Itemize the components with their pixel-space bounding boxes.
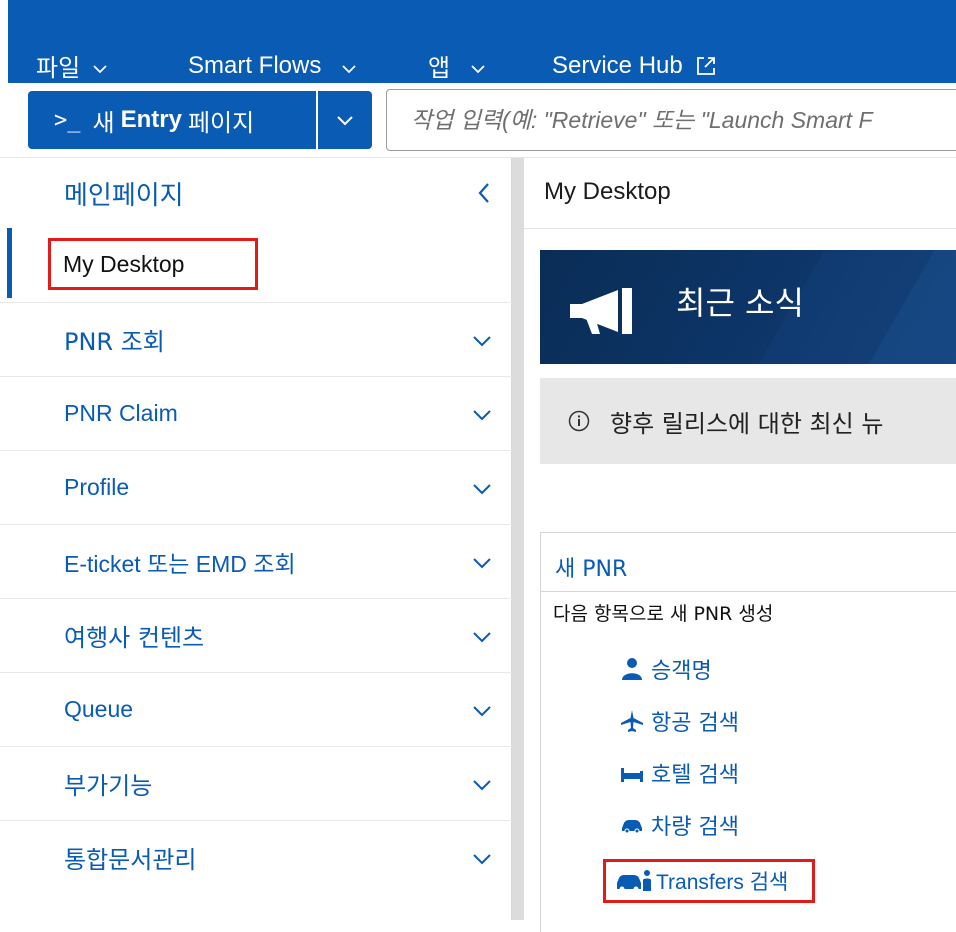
entry-suffix: 페이지: [187, 109, 255, 137]
info-message: 향후 릴리스에 대한 최신 뉴: [540, 378, 956, 464]
entry-prefix: 새: [92, 109, 115, 137]
info-icon: [568, 410, 590, 432]
divider: [524, 228, 956, 229]
person-icon: [619, 656, 645, 682]
chevron-down-icon: [470, 56, 486, 73]
sidebar-item-profile[interactable]: Profile: [0, 450, 512, 524]
chevron-down-icon: [470, 699, 494, 723]
top-nav-bar: 파일 Smart Flows 앱 Service Hub: [8, 0, 956, 83]
chevron-down-icon: [470, 329, 494, 353]
sidebar-item-label: 부가기능: [64, 772, 153, 800]
sidebar-item-pnr-claim[interactable]: PNR Claim: [0, 376, 512, 450]
menu-service-hub-label: Service Hub: [552, 51, 683, 79]
chevron-down-icon: [337, 116, 353, 126]
menu-smart-flows-label: Smart Flows: [188, 51, 322, 79]
option-label: 호텔 검색: [651, 763, 739, 788]
option-label: 승객명: [651, 659, 712, 684]
sidebar-item-label: PNR Claim: [64, 400, 178, 426]
plane-icon: [619, 708, 645, 734]
chevron-down-icon: [92, 56, 108, 73]
command-bar: >_ 새 Entry 페이지: [0, 83, 956, 158]
chevron-down-icon: [470, 551, 494, 575]
active-indicator: [7, 228, 12, 298]
external-link-icon: [695, 55, 717, 77]
new-pnr-title: 새 PNR: [555, 557, 628, 582]
entry-dropdown-button[interactable]: [318, 91, 372, 149]
sidebar-item-extras[interactable]: 부가기능: [0, 746, 512, 820]
page-title: My Desktop: [544, 178, 671, 205]
sidebar-item-label: PNR 조회: [64, 328, 165, 356]
option-label: Transfers 검색: [656, 871, 789, 894]
sidebar-item-label: My Desktop: [48, 238, 258, 290]
menu-file-label: 파일: [36, 55, 81, 82]
sidebar-item-label: 여행사 컨텐츠: [64, 624, 205, 652]
option-label: 항공 검색: [651, 711, 739, 736]
option-car-search[interactable]: 차량 검색: [619, 809, 739, 841]
sidebar-item-label: 통합문서관리: [64, 846, 197, 874]
new-pnr-subtitle: 다음 항목으로 새 PNR 생성: [553, 603, 774, 625]
chevron-down-icon: [341, 56, 357, 73]
sidebar-item-label: Profile: [64, 474, 130, 500]
option-air-search[interactable]: 항공 검색: [619, 705, 739, 737]
terminal-prompt-icon: >_: [54, 107, 81, 133]
sidebar-item-my-desktop[interactable]: My Desktop: [0, 228, 512, 302]
info-text: 향후 릴리스에 대한 최신 뉴: [610, 409, 884, 438]
collapse-sidebar-icon[interactable]: [474, 180, 494, 206]
sidebar-item-pnr-lookup[interactable]: PNR 조회: [0, 302, 512, 376]
chevron-down-icon: [470, 847, 494, 871]
command-input[interactable]: [386, 89, 956, 151]
sidebar-item-label: Queue: [64, 696, 134, 722]
new-pnr-card: 새 PNR 다음 항목으로 새 PNR 생성 승객명 항공 검색 호텔 검색 차…: [540, 532, 956, 932]
sidebar-item-queue[interactable]: Queue: [0, 672, 512, 746]
sidebar-item-document-management[interactable]: 통합문서관리: [0, 820, 512, 894]
megaphone-icon: [570, 288, 632, 334]
chevron-down-icon: [470, 773, 494, 797]
entry-bold: Entry: [120, 106, 182, 133]
sidebar-header-label: 메인페이지: [64, 180, 184, 211]
chevron-down-icon: [470, 477, 494, 501]
sidebar-item-eticket[interactable]: E-ticket 또는 EMD 조회: [0, 524, 512, 598]
sidebar-header[interactable]: 메인페이지: [0, 158, 512, 228]
panel-divider[interactable]: [512, 158, 524, 920]
car-icon: [619, 812, 645, 838]
menu-apps-label: 앱: [428, 55, 451, 82]
option-passenger-name[interactable]: 승객명: [619, 653, 712, 685]
chevron-down-icon: [470, 625, 494, 649]
divider: [541, 591, 956, 592]
sidebar-item-agency-content[interactable]: 여행사 컨텐츠: [0, 598, 512, 672]
bed-icon: [619, 760, 645, 786]
car-with-person-icon: [616, 868, 654, 894]
option-hotel-search[interactable]: 호텔 검색: [619, 757, 739, 789]
sidebar-item-label: E-ticket 또는 EMD 조회: [64, 550, 296, 577]
news-title: 최근 소식: [676, 284, 804, 322]
news-banner: 최근 소식: [540, 250, 956, 364]
option-label: 차량 검색: [651, 815, 739, 840]
option-transfers-search[interactable]: Transfers 검색: [603, 859, 815, 903]
new-entry-page-button[interactable]: >_ 새 Entry 페이지: [28, 91, 316, 149]
main-panel: My Desktop 최근 소식 향후 릴리스에 대한 최신 뉴 새 PNR 다…: [524, 158, 956, 932]
chevron-down-icon: [470, 403, 494, 427]
